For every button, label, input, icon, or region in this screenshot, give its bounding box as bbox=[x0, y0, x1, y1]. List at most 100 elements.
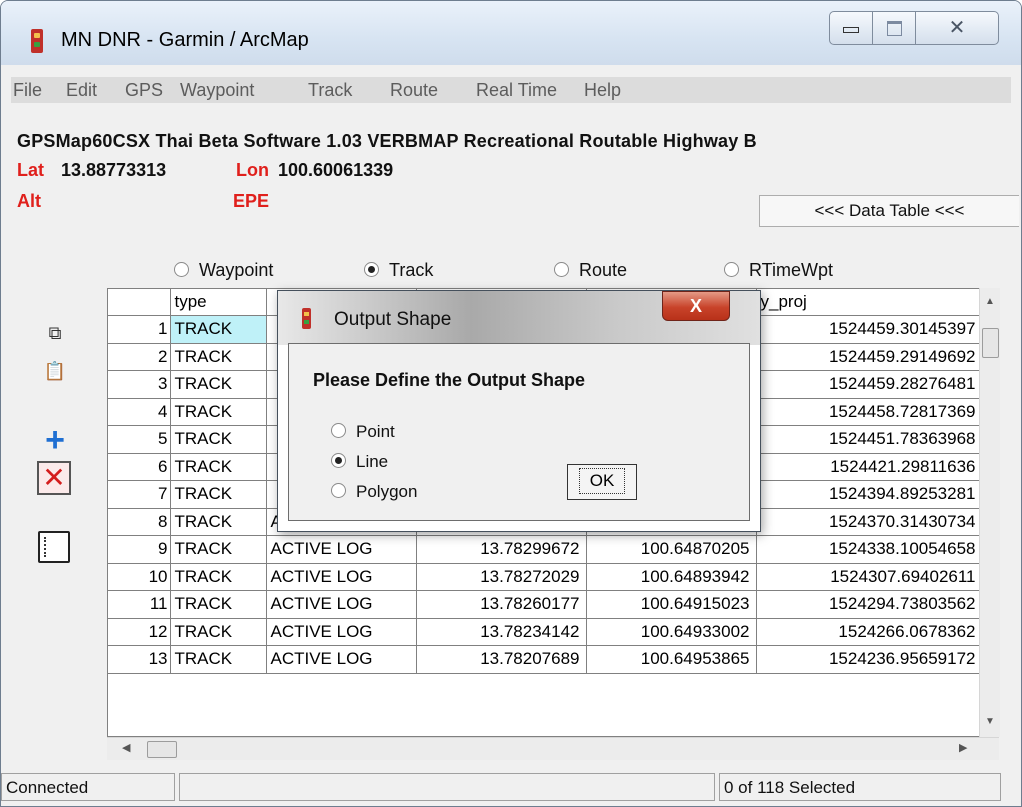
ok-button[interactable]: OK bbox=[567, 464, 637, 500]
scroll-left-icon[interactable]: ◀ bbox=[122, 741, 130, 754]
table-row[interactable]: 9 TRACK ACTIVE LOG 13.78299672 100.64870205 1… bbox=[108, 535, 983, 564]
column-header[interactable]: y_proj bbox=[756, 289, 983, 316]
scroll-down-icon[interactable]: ▼ bbox=[985, 716, 995, 727]
radio-waypoint[interactable]: Waypoint bbox=[174, 259, 273, 283]
table-cell[interactable]: ACTIVE LOG bbox=[266, 535, 417, 564]
table-cell[interactable]: 1524370.31430734 bbox=[756, 508, 983, 536]
scroll-right-icon[interactable]: ▶ bbox=[959, 741, 967, 754]
menu-help[interactable]: Help bbox=[584, 77, 621, 103]
option-point[interactable]: Point bbox=[331, 422, 395, 442]
table-row[interactable]: 12 TRACK ACTIVE LOG 13.78234142 100.64933002… bbox=[108, 618, 983, 646]
row-number[interactable]: 12 bbox=[108, 618, 171, 646]
row-number[interactable]: 7 bbox=[108, 480, 171, 509]
table-cell[interactable]: TRACK bbox=[170, 508, 267, 536]
close-button[interactable]: ✕ bbox=[915, 11, 999, 45]
row-number[interactable]: 13 bbox=[108, 645, 171, 674]
column-header[interactable] bbox=[108, 289, 171, 316]
option-line[interactable]: Line bbox=[331, 452, 388, 472]
table-cell[interactable]: 1524459.29149692 bbox=[756, 343, 983, 371]
horizontal-scrollbar[interactable]: ◀ ▶ bbox=[107, 737, 999, 760]
menu-route[interactable]: Route bbox=[390, 77, 438, 103]
table-cell[interactable]: 1524421.29811636 bbox=[756, 453, 983, 481]
add-row-button[interactable]: + bbox=[40, 423, 70, 457]
table-cell[interactable]: 1524451.78363968 bbox=[756, 425, 983, 454]
table-cell[interactable]: TRACK bbox=[170, 453, 267, 481]
table-cell[interactable]: 1524307.69402611 bbox=[756, 563, 983, 591]
lat-value: 13.88773313 bbox=[61, 160, 167, 180]
table-cell[interactable]: 1524394.89253281 bbox=[756, 480, 983, 509]
table-cell[interactable]: TRACK bbox=[170, 645, 267, 674]
data-table-button[interactable]: <<< Data Table <<< bbox=[759, 195, 1019, 227]
row-number[interactable]: 5 bbox=[108, 425, 171, 454]
select-all-button[interactable] bbox=[38, 531, 70, 563]
option-polygon[interactable]: Polygon bbox=[331, 482, 417, 502]
maximize-button[interactable] bbox=[872, 11, 916, 45]
table-cell[interactable]: TRACK bbox=[170, 535, 267, 564]
table-cell[interactable]: 100.64933002 bbox=[586, 618, 757, 646]
row-number[interactable]: 6 bbox=[108, 453, 171, 481]
row-number[interactable]: 8 bbox=[108, 508, 171, 536]
table-cell[interactable]: 13.78234142 bbox=[416, 618, 587, 646]
table-cell[interactable]: 13.78207689 bbox=[416, 645, 587, 674]
vertical-scroll-thumb[interactable] bbox=[982, 328, 999, 358]
menu-bar: File Edit GPS Waypoint Track Route Real … bbox=[11, 77, 1011, 103]
table-cell[interactable]: 1524338.10054658 bbox=[756, 535, 983, 564]
table-cell[interactable]: TRACK bbox=[170, 370, 267, 399]
row-number[interactable]: 3 bbox=[108, 370, 171, 399]
delete-icon: ✕ bbox=[42, 462, 66, 493]
table-cell[interactable]: ACTIVE LOG bbox=[266, 645, 417, 674]
column-header[interactable]: type bbox=[170, 289, 267, 316]
table-cell[interactable]: 100.64893942 bbox=[586, 563, 757, 591]
table-cell[interactable]: 13.78260177 bbox=[416, 590, 587, 619]
dialog-close-button[interactable]: X bbox=[662, 291, 730, 321]
table-cell[interactable]: TRACK bbox=[170, 398, 267, 426]
table-cell[interactable]: 13.78272029 bbox=[416, 563, 587, 591]
table-cell[interactable]: 1524459.30145397 bbox=[756, 315, 983, 344]
table-cell[interactable]: 1524266.0678362 bbox=[756, 618, 983, 646]
row-number[interactable]: 11 bbox=[108, 590, 171, 619]
lon-label: Lon bbox=[236, 160, 269, 180]
scroll-up-icon[interactable]: ▲ bbox=[985, 296, 995, 307]
table-cell[interactable]: 13.78299672 bbox=[416, 535, 587, 564]
table-cell[interactable]: 100.64870205 bbox=[586, 535, 757, 564]
table-row[interactable]: 11 TRACK ACTIVE LOG 13.78260177 100.64915023… bbox=[108, 590, 983, 619]
vertical-scrollbar[interactable]: ▲ ▼ bbox=[979, 288, 1000, 737]
table-cell[interactable]: 100.64915023 bbox=[586, 590, 757, 619]
menu-gps[interactable]: GPS bbox=[125, 77, 163, 103]
table-cell[interactable]: TRACK bbox=[170, 563, 267, 591]
paste-button[interactable]: 📋 bbox=[40, 357, 70, 387]
row-number[interactable]: 1 bbox=[108, 315, 171, 344]
menu-real-time[interactable]: Real Time bbox=[476, 77, 557, 103]
row-number[interactable]: 2 bbox=[108, 343, 171, 371]
table-cell[interactable]: TRACK bbox=[170, 425, 267, 454]
table-cell[interactable]: TRACK bbox=[170, 343, 267, 371]
table-cell[interactable]: 1524294.73803562 bbox=[756, 590, 983, 619]
menu-file[interactable]: File bbox=[13, 77, 42, 103]
delete-row-button[interactable]: ✕ bbox=[37, 461, 71, 495]
table-cell[interactable]: ACTIVE LOG bbox=[266, 590, 417, 619]
table-cell[interactable]: 100.64953865 bbox=[586, 645, 757, 674]
table-row[interactable]: 13 TRACK ACTIVE LOG 13.78207689 100.64953865… bbox=[108, 645, 983, 674]
table-cell[interactable]: 1524458.72817369 bbox=[756, 398, 983, 426]
table-cell[interactable]: TRACK bbox=[170, 315, 267, 344]
menu-waypoint[interactable]: Waypoint bbox=[180, 77, 254, 103]
horizontal-scroll-thumb[interactable] bbox=[147, 741, 177, 758]
radio-rtimewpt[interactable]: RTimeWpt bbox=[724, 259, 833, 283]
row-number[interactable]: 4 bbox=[108, 398, 171, 426]
table-cell[interactable]: ACTIVE LOG bbox=[266, 563, 417, 591]
row-number[interactable]: 10 bbox=[108, 563, 171, 591]
table-cell[interactable]: TRACK bbox=[170, 618, 267, 646]
table-cell[interactable]: 1524459.28276481 bbox=[756, 370, 983, 399]
menu-edit[interactable]: Edit bbox=[66, 77, 97, 103]
minimize-button[interactable] bbox=[829, 11, 873, 45]
radio-track[interactable]: Track bbox=[364, 259, 433, 283]
table-row[interactable]: 10 TRACK ACTIVE LOG 13.78272029 100.64893942… bbox=[108, 563, 983, 591]
radio-route[interactable]: Route bbox=[554, 259, 627, 283]
table-cell[interactable]: TRACK bbox=[170, 480, 267, 509]
table-cell[interactable]: ACTIVE LOG bbox=[266, 618, 417, 646]
table-cell[interactable]: TRACK bbox=[170, 590, 267, 619]
table-cell[interactable]: 1524236.95659172 bbox=[756, 645, 983, 674]
row-number[interactable]: 9 bbox=[108, 535, 171, 564]
copy-button[interactable]: ⧉ bbox=[40, 319, 70, 349]
menu-track[interactable]: Track bbox=[308, 77, 352, 103]
